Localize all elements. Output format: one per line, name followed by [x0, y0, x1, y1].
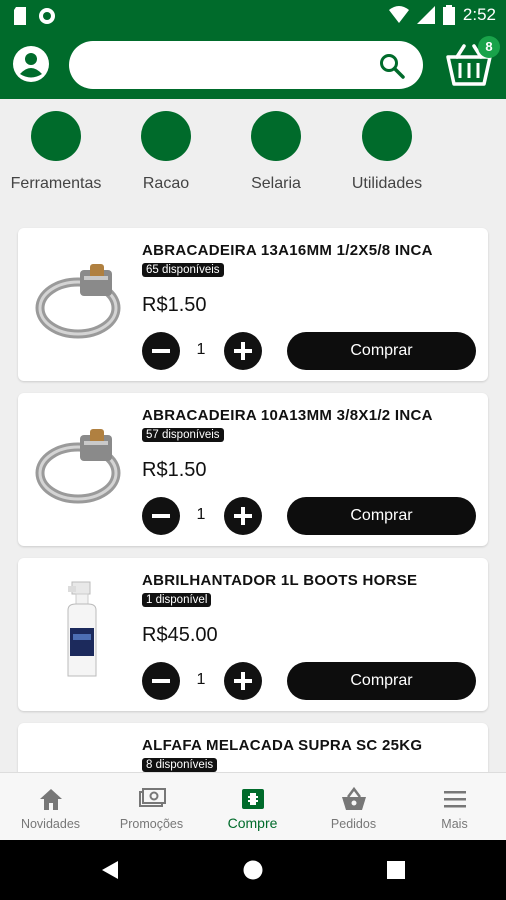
stock-badge: 1 disponível	[142, 593, 212, 607]
product-card[interactable]: ABRILHANTADOR 1L BOOTS HORSE 1 disponíve…	[18, 558, 488, 711]
bottom-navigation: Novidades Promoções Compre Pedidos Mais	[0, 772, 506, 840]
wifi-icon	[388, 6, 409, 23]
decrease-quantity-button[interactable]	[142, 332, 180, 370]
nav-label: Promoções	[119, 817, 184, 831]
category-label: Selaria	[251, 175, 301, 192]
product-price: R$1.50	[142, 459, 207, 481]
home-icon	[40, 789, 62, 810]
stock-badge: 8 disponíveis	[142, 758, 218, 772]
buy-button[interactable]: Comprar	[287, 332, 476, 370]
store-icon	[242, 789, 264, 809]
stock-badge: 65 disponíveis	[142, 263, 224, 277]
category-icon	[362, 111, 412, 161]
nav-pedidos[interactable]: Pedidos	[303, 773, 404, 841]
spray-bottle-image	[67, 581, 97, 677]
product-name: ABRACADEIRA 13A16MM 1/2X5/8 INCA	[142, 242, 433, 259]
sync-icon	[39, 8, 55, 24]
account-icon[interactable]	[12, 45, 50, 83]
quantity-value: 1	[196, 671, 206, 688]
product-price: R$45.00	[142, 624, 218, 646]
top-app-bar: 8	[0, 32, 506, 99]
product-name: ALFAFA MELACADA SUPRA SC 25KG	[142, 737, 423, 754]
nav-label: Compre	[227, 815, 278, 831]
home-circle-icon[interactable]	[243, 860, 263, 880]
stock-badge: 57 disponíveis	[142, 428, 224, 442]
buy-button[interactable]: Comprar	[287, 497, 476, 535]
nav-label: Mais	[441, 817, 468, 831]
search-icon[interactable]	[379, 53, 405, 79]
sd-card-icon	[14, 7, 26, 25]
product-price: R$1.50	[142, 294, 207, 316]
menu-icon	[444, 791, 466, 808]
nav-label: Pedidos	[330, 817, 377, 831]
category-icon	[141, 111, 191, 161]
status-bar: 2:52	[0, 0, 506, 32]
back-icon[interactable]	[100, 860, 120, 880]
nav-mais[interactable]: Mais	[404, 773, 505, 841]
category-icon	[31, 111, 81, 161]
system-navigation-bar	[0, 840, 506, 900]
product-card[interactable]: ABRACADEIRA 10A13MM 3/8X1/2 INCA 57 disp…	[18, 393, 488, 546]
category-selaria[interactable]: Selaria	[221, 111, 331, 193]
hose-clamp-image	[35, 429, 121, 504]
decrease-quantity-button[interactable]	[142, 662, 180, 700]
category-racao[interactable]: Racao	[111, 111, 221, 193]
product-name: ABRILHANTADOR 1L BOOTS HORSE	[142, 572, 418, 589]
battery-icon	[442, 5, 455, 25]
nav-label: Novidades	[20, 817, 81, 831]
category-utilidades[interactable]: Utilidades	[332, 111, 442, 193]
hose-clamp-image	[35, 264, 121, 339]
status-time: 2:52	[462, 5, 496, 24]
buy-button[interactable]: Comprar	[287, 662, 476, 700]
decrease-quantity-button[interactable]	[142, 497, 180, 535]
money-icon	[139, 788, 166, 807]
nav-novidades[interactable]: Novidades	[0, 773, 101, 841]
increase-quantity-button[interactable]	[224, 497, 262, 535]
search-bar[interactable]	[69, 41, 423, 89]
quantity-value: 1	[196, 341, 206, 358]
product-card[interactable]: ABRACADEIRA 13A16MM 1/2X5/8 INCA 65 disp…	[18, 228, 488, 381]
increase-quantity-button[interactable]	[224, 332, 262, 370]
category-label: Utilidades	[351, 175, 423, 192]
signal-icon	[416, 6, 435, 24]
category-label: Racao	[142, 175, 190, 192]
nav-promocoes[interactable]: Promoções	[101, 773, 202, 841]
basket-icon	[342, 786, 366, 810]
quantity-value: 1	[196, 506, 206, 523]
cart-count-badge: 8	[478, 36, 500, 58]
product-name: ABRACADEIRA 10A13MM 3/8X1/2 INCA	[142, 407, 433, 424]
category-ferramentas[interactable]: Ferramentas	[1, 111, 111, 193]
search-input[interactable]	[87, 51, 367, 79]
category-icon	[251, 111, 301, 161]
category-label: Ferramentas	[10, 175, 102, 192]
increase-quantity-button[interactable]	[224, 662, 262, 700]
nav-compre[interactable]: Compre	[202, 773, 303, 841]
recents-icon[interactable]	[387, 861, 405, 879]
category-row: Ferramentas Racao Selaria Utilidades	[0, 99, 506, 209]
